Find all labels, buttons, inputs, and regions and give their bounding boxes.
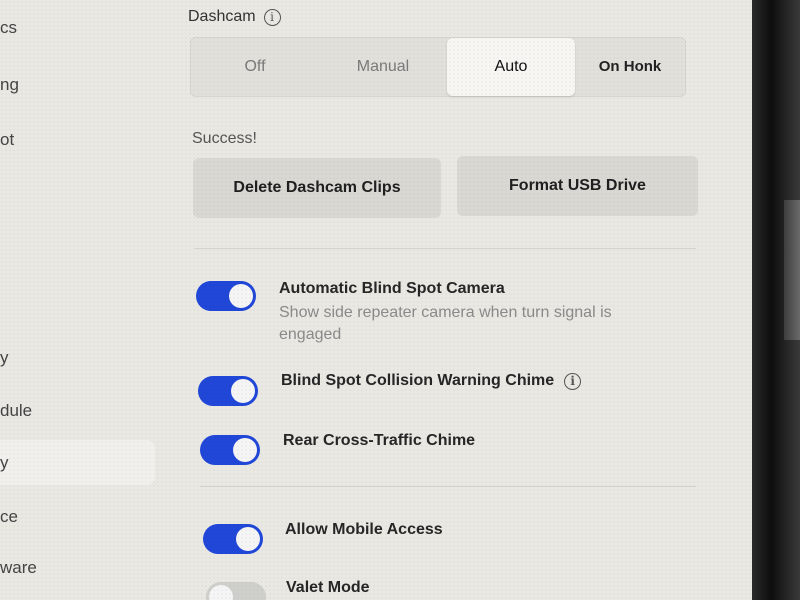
dashcam-status: Success! [192, 130, 257, 147]
dashcam-option-on-honk[interactable]: On Honk [575, 38, 685, 96]
sidebar-item-safety[interactable]: y [0, 440, 155, 485]
sidebar-item-charging[interactable]: ng [0, 75, 19, 95]
valet-mode-title: Valet Mode [286, 579, 370, 596]
blind-spot-camera-toggle[interactable] [196, 281, 256, 311]
collision-warning-chime-title: Blind Spot Collision Warning Chime [281, 372, 555, 389]
divider [200, 486, 696, 487]
allow-mobile-access-toggle[interactable] [203, 524, 263, 554]
delete-dashcam-clips-button[interactable]: Delete Dashcam Clips [193, 158, 441, 218]
dashcam-title: Dashcam [188, 8, 256, 25]
bezel-glint [784, 200, 800, 340]
dashcam-option-off[interactable]: Off [191, 38, 319, 96]
sidebar-item-schedule[interactable]: dule [0, 401, 32, 421]
sidebar-item-navigation[interactable]: y [0, 348, 9, 368]
toggle-knob [229, 284, 253, 308]
toggle-knob [236, 527, 260, 551]
dashcam-mode-selector: Off Manual Auto On Honk [190, 37, 686, 97]
rear-cross-traffic-chime-toggle[interactable] [200, 435, 260, 465]
divider [194, 248, 696, 249]
info-icon[interactable]: i [263, 8, 281, 26]
sidebar-item-software[interactable]: ware [0, 558, 37, 578]
toggle-knob [233, 438, 257, 462]
info-icon[interactable]: i [564, 372, 582, 390]
collision-warning-chime-row: Blind Spot Collision Warning Chime i [281, 372, 582, 390]
sidebar-item-graphics[interactable]: cs [0, 18, 17, 38]
sidebar-item-autopilot[interactable]: ot [0, 130, 14, 150]
blind-spot-camera-title: Automatic Blind Spot Camera [279, 280, 505, 297]
dashcam-option-manual[interactable]: Manual [319, 38, 447, 96]
settings-screen: cs ng ot y dule y ce ware Dashcam i Off … [0, 0, 752, 600]
allow-mobile-access-title: Allow Mobile Access [285, 521, 443, 538]
sidebar-item-service[interactable]: ce [0, 507, 18, 527]
toggle-knob [231, 379, 255, 403]
dashcam-option-auto[interactable]: Auto [447, 38, 575, 96]
dashcam-heading: Dashcam i [188, 8, 281, 26]
blind-spot-camera-subtitle: Show side repeater camera when turn sign… [279, 304, 612, 343]
format-usb-drive-button[interactable]: Format USB Drive [457, 156, 698, 216]
rear-cross-traffic-chime-title: Rear Cross-Traffic Chime [283, 432, 476, 449]
toggle-knob [209, 585, 233, 600]
collision-warning-chime-toggle[interactable] [198, 376, 258, 406]
valet-mode-toggle[interactable] [206, 582, 266, 600]
